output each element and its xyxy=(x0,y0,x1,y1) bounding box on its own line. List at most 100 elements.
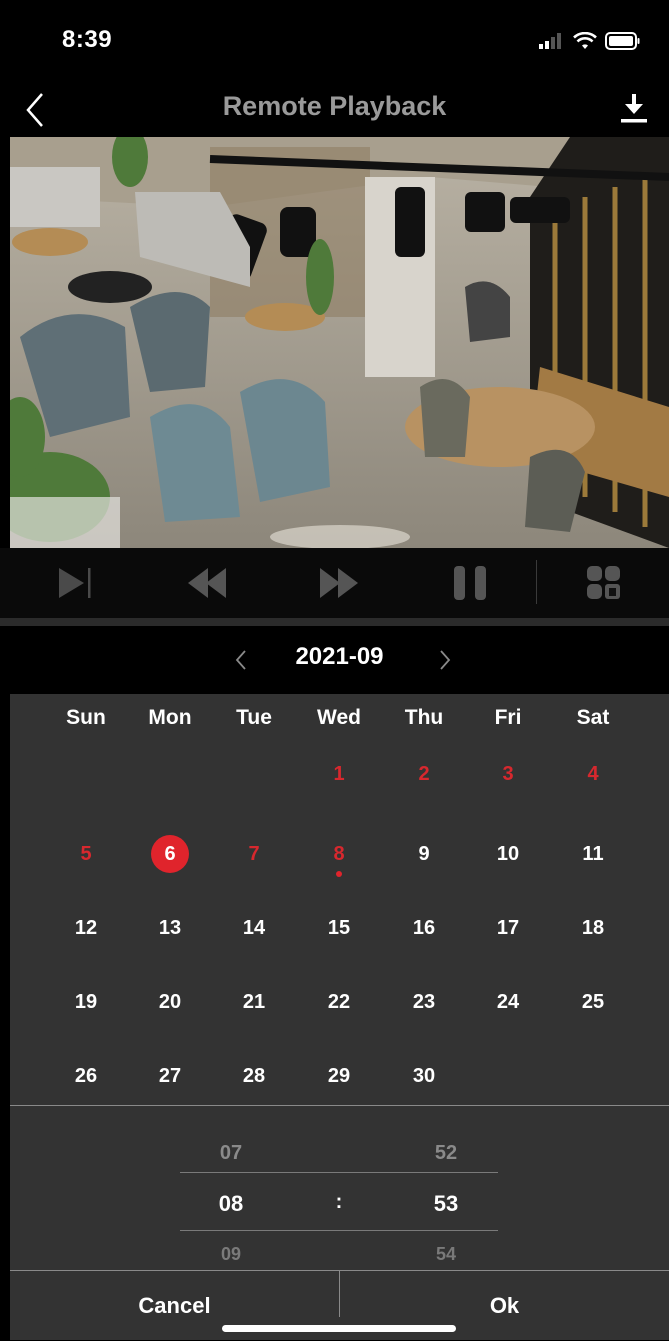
chevron-right-icon[interactable] xyxy=(438,648,452,672)
calendar-day[interactable]: 17 xyxy=(483,908,533,948)
calendar-day[interactable]: 29 xyxy=(314,1056,364,1096)
calendar-day-label: 28 xyxy=(242,1065,266,1087)
calendar-day-label: 6 xyxy=(151,835,189,873)
weekday-header: Sat xyxy=(576,706,610,729)
battery-icon xyxy=(605,32,640,50)
calendar-day[interactable]: 2 xyxy=(399,754,449,794)
calendar-day[interactable]: 3 xyxy=(483,754,533,794)
calendar-day[interactable]: 7 xyxy=(229,834,279,874)
time-separator: : xyxy=(335,1191,343,1213)
calendar-day[interactable]: 16 xyxy=(399,908,449,948)
download-icon[interactable] xyxy=(618,90,650,126)
calendar-day-label: 19 xyxy=(74,991,98,1013)
calendar-day-label: 21 xyxy=(242,991,266,1013)
calendar-day[interactable]: 9 xyxy=(399,834,449,874)
minute-option-prev[interactable]: 52 xyxy=(406,1142,486,1165)
calendar-day-label: 18 xyxy=(581,917,605,939)
rewind-icon[interactable] xyxy=(186,562,228,604)
weekday-header: Fri xyxy=(494,706,522,729)
calendar-day[interactable]: 21 xyxy=(229,982,279,1022)
calendar-day[interactable]: 11 xyxy=(568,834,618,874)
calendar-day-label: 5 xyxy=(80,843,92,865)
weekday-header: Wed xyxy=(317,706,361,729)
calendar-day-label: 26 xyxy=(74,1065,98,1087)
calendar-day[interactable]: 5 xyxy=(61,834,111,874)
playback-controls xyxy=(0,548,669,618)
page-title: Remote Playback xyxy=(222,91,447,121)
picker-line-bottom xyxy=(180,1230,498,1231)
pause-icon[interactable] xyxy=(450,562,490,604)
grid-multiview-icon[interactable] xyxy=(584,562,624,604)
calendar-day[interactable]: 27 xyxy=(145,1056,195,1096)
calendar-day-label: 8 xyxy=(333,843,345,865)
controls-separator xyxy=(0,618,669,626)
status-time: 8:39 xyxy=(62,26,113,53)
video-playback-view[interactable] xyxy=(10,137,669,548)
controls-divider xyxy=(536,560,537,604)
home-indicator xyxy=(222,1325,456,1332)
weekday-header: Sun xyxy=(66,706,106,729)
hour-option-next[interactable]: 09 xyxy=(191,1244,271,1265)
minute-selected[interactable]: 53 xyxy=(406,1191,486,1217)
signal-icon xyxy=(539,33,561,49)
calendar-day[interactable]: 26 xyxy=(61,1056,111,1096)
calendar-day-label: 17 xyxy=(496,917,520,939)
calendar-day[interactable]: 20 xyxy=(145,982,195,1022)
calendar-day-label: 15 xyxy=(327,917,351,939)
calendar-header: 2021-09 xyxy=(10,626,669,694)
calendar-day[interactable]: 15 xyxy=(314,908,364,948)
calendar-day-label: 16 xyxy=(412,917,436,939)
step-play-icon[interactable] xyxy=(56,562,96,604)
wifi-icon xyxy=(573,32,597,49)
calendar-day-label: 1 xyxy=(333,763,345,785)
nav-bar: Remote Playback xyxy=(0,86,669,138)
calendar-day-selected[interactable]: 6 xyxy=(145,834,195,874)
calendar-day-label: 12 xyxy=(74,917,98,939)
camera-frame xyxy=(10,137,669,548)
weekday-header: Mon xyxy=(148,706,192,729)
calendar-day[interactable]: 4 xyxy=(568,754,618,794)
calendar-day[interactable]: 10 xyxy=(483,834,533,874)
fast-forward-icon[interactable] xyxy=(318,562,360,604)
calendar-month-label: 2021-09 xyxy=(295,643,384,670)
calendar-day[interactable]: 30 xyxy=(399,1056,449,1096)
calendar-day-label: 30 xyxy=(412,1065,436,1087)
calendar-day-label: 9 xyxy=(418,843,430,865)
status-bar: 8:39 xyxy=(0,0,669,86)
calendar-day[interactable]: 18 xyxy=(568,908,618,948)
calendar-day-label: 25 xyxy=(581,991,605,1013)
calendar-day[interactable]: 14 xyxy=(229,908,279,948)
time-picker[interactable]: 07 52 08 : 53 09 54 xyxy=(10,1106,669,1270)
calendar-day-label: 4 xyxy=(587,763,599,785)
calendar-grid: Sun Mon Tue Wed Thu Fri Sat 1 2 3 4 5 6 7 8 9 10 11 12 13 14… xyxy=(10,694,669,1106)
calendar-day[interactable]: 23 xyxy=(399,982,449,1022)
calendar-day[interactable]: 1 xyxy=(314,754,364,794)
calendar-day[interactable]: 25 xyxy=(568,982,618,1022)
calendar-day-label: 13 xyxy=(158,917,182,939)
status-icons xyxy=(539,30,641,52)
calendar-day[interactable]: 24 xyxy=(483,982,533,1022)
hour-selected[interactable]: 08 xyxy=(191,1191,271,1217)
calendar-day-label: 27 xyxy=(158,1065,182,1087)
hour-option-prev[interactable]: 07 xyxy=(191,1142,271,1165)
calendar-day-label: 3 xyxy=(502,763,514,785)
calendar-day[interactable]: 13 xyxy=(145,908,195,948)
calendar-day-label: 23 xyxy=(412,991,436,1013)
calendar-day-label: 20 xyxy=(158,991,182,1013)
calendar-day-label: 22 xyxy=(327,991,351,1013)
weekday-header: Tue xyxy=(236,706,272,729)
calendar-day[interactable]: 28 xyxy=(229,1056,279,1096)
picker-line-top xyxy=(180,1172,498,1173)
calendar-day[interactable]: 8 xyxy=(314,834,364,874)
calendar-day-label: 29 xyxy=(327,1065,351,1087)
calendar-day-label: 7 xyxy=(248,843,260,865)
calendar-day-label: 14 xyxy=(242,917,266,939)
calendar-day-label: 10 xyxy=(496,843,520,865)
minute-option-next[interactable]: 54 xyxy=(406,1244,486,1265)
calendar-day[interactable]: 19 xyxy=(61,982,111,1022)
weekday-header: Thu xyxy=(404,706,444,729)
calendar-day-label: 2 xyxy=(418,763,430,785)
calendar-day[interactable]: 22 xyxy=(314,982,364,1022)
calendar-day-label: 24 xyxy=(496,991,520,1013)
calendar-day[interactable]: 12 xyxy=(61,908,111,948)
